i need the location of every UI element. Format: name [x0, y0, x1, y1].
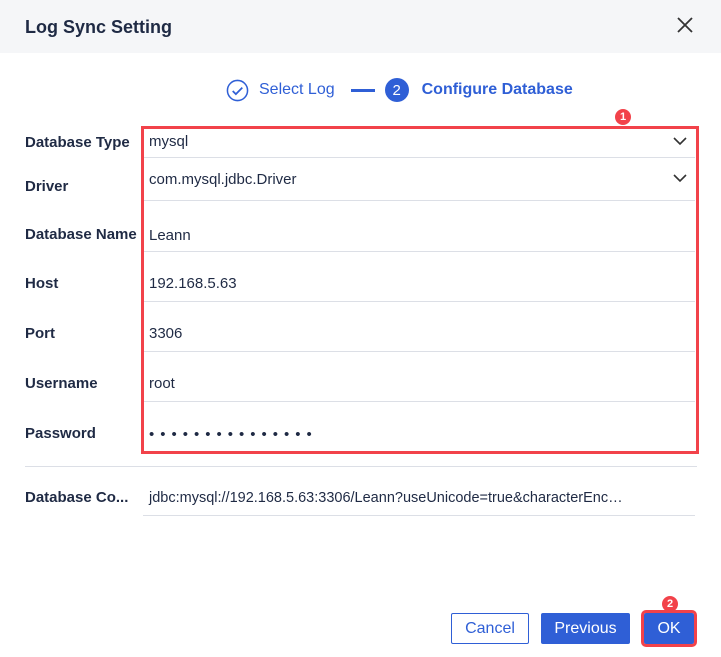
- database-name-input[interactable]: Leann: [143, 201, 695, 252]
- port-label: Port: [25, 325, 55, 342]
- chevron-down-icon: [673, 174, 687, 183]
- ok-button[interactable]: OK: [641, 610, 697, 647]
- check-circle-icon: [226, 79, 249, 101]
- step-connector: [350, 88, 375, 92]
- dialog-title: Log Sync Setting: [25, 17, 173, 37]
- step-number: 2: [384, 78, 409, 102]
- driver-select[interactable]: com.mysql.jdbc.Driver: [143, 158, 695, 201]
- database-type-label: Database Type: [25, 134, 130, 151]
- username-label: Username: [25, 375, 98, 392]
- database-connection-input[interactable]: jdbc:mysql://192.168.5.63:3306/Leann?use…: [143, 480, 695, 516]
- driver-value: com.mysql.jdbc.Driver: [149, 170, 297, 188]
- database-name-label: Database Name: [25, 226, 137, 243]
- step-configure-database: Configure Database: [421, 81, 573, 98]
- annotation-badge-1: 1: [615, 109, 631, 125]
- driver-label: Driver: [25, 178, 69, 195]
- database-connection-label: Database Co...: [25, 489, 129, 506]
- previous-button[interactable]: Previous: [541, 613, 630, 644]
- step-indicator: Select Log 2 Configure Database: [226, 78, 573, 102]
- step-select-log: Select Log: [259, 81, 335, 98]
- dialog-header: Log Sync Setting: [0, 0, 721, 53]
- cancel-button[interactable]: Cancel: [451, 613, 529, 644]
- host-input[interactable]: 192.168.5.63: [143, 252, 695, 302]
- port-input[interactable]: 3306: [143, 302, 695, 352]
- password-input[interactable]: •••••••••••••••: [143, 402, 695, 452]
- divider: [25, 466, 697, 467]
- chevron-down-icon: [673, 136, 687, 145]
- host-label: Host: [25, 275, 59, 292]
- username-input[interactable]: root: [143, 352, 695, 402]
- password-label: Password: [25, 425, 96, 442]
- database-type-value: mysql: [149, 133, 189, 150]
- database-type-select[interactable]: mysql: [143, 126, 695, 158]
- annotation-badge-2: 2: [662, 596, 678, 612]
- close-icon[interactable]: [674, 14, 696, 36]
